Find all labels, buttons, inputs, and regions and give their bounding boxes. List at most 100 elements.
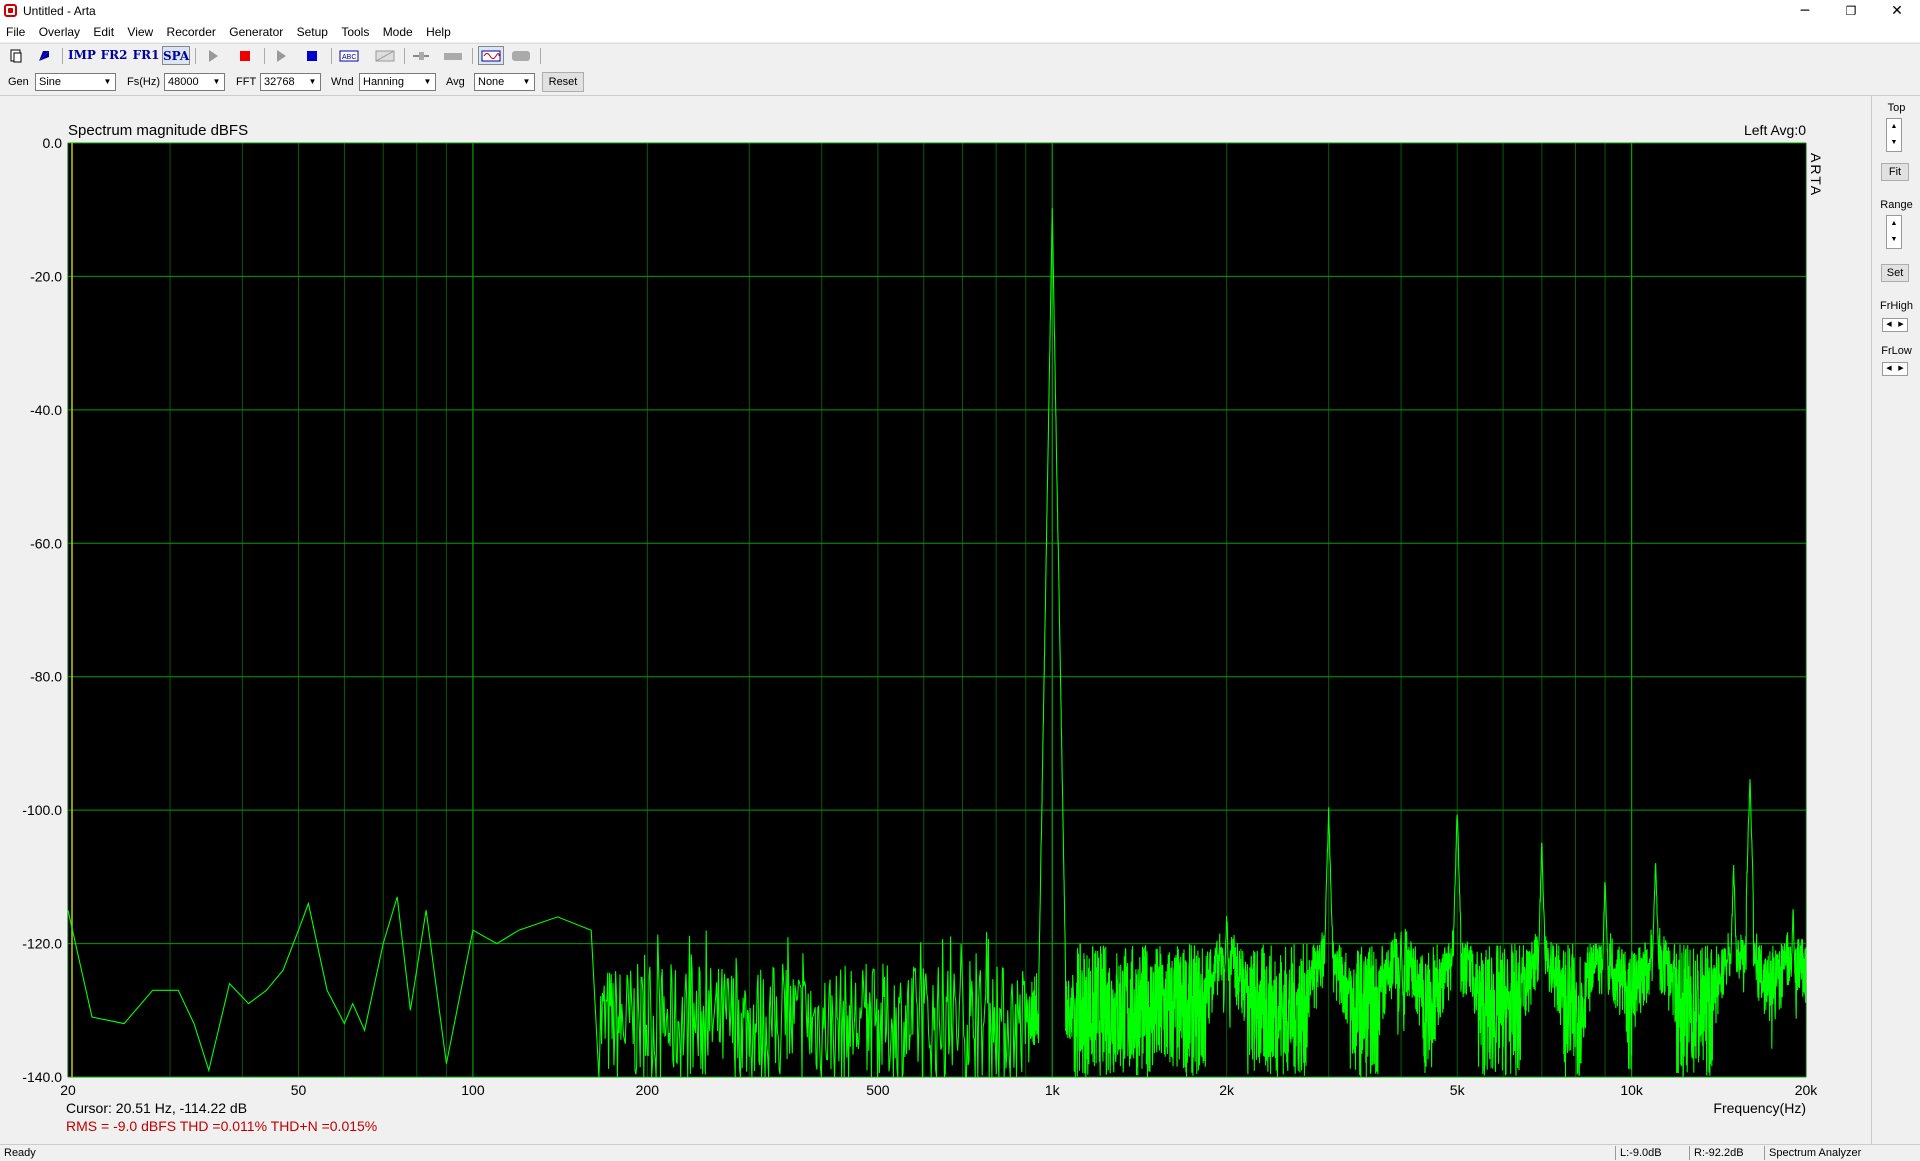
fr1-mode-button[interactable]: FR1 xyxy=(132,46,160,65)
gen-label: Gen xyxy=(8,76,29,88)
fr2-mode-button[interactable]: FR2 xyxy=(100,46,128,65)
record-bar-button[interactable] xyxy=(510,46,532,65)
x-tick-label: 5k xyxy=(1450,1082,1466,1098)
sample-rate-select[interactable]: 48000 ▼ xyxy=(164,73,225,91)
thd-readout: RMS = -9.0 dBFS THD =0.011% THD+N =0.015… xyxy=(66,1118,377,1134)
top-label: Top xyxy=(1887,102,1906,114)
set-button[interactable]: Set xyxy=(1881,264,1909,282)
fs-label: Fs(Hz) xyxy=(127,76,160,88)
menu-file[interactable]: File xyxy=(2,22,29,42)
chevron-down-icon: ▼ xyxy=(519,74,534,90)
abc-icon: ABC xyxy=(339,50,359,62)
chevron-down-icon: ▼ xyxy=(420,74,435,90)
minimize-button[interactable]: ─ xyxy=(1782,0,1828,22)
frlow-label: FrLow xyxy=(1881,345,1912,357)
grid-icon xyxy=(375,50,395,62)
close-button[interactable]: ✕ xyxy=(1874,0,1920,22)
cursor-readout: Cursor: 20.51 Hz, -114.22 dB xyxy=(66,1100,247,1116)
slider-icon xyxy=(413,52,429,60)
arta-app-icon xyxy=(4,4,17,17)
parameter-bar: Gen Sine ▼ Fs(Hz) 48000 ▼ FFT 32768 ▼ Wnd H… xyxy=(0,69,1920,96)
fit-button[interactable]: Fit xyxy=(1881,163,1909,181)
pointer-arrow-icon xyxy=(39,51,49,61)
x-axis-label: Frequency(Hz) xyxy=(1713,1100,1806,1116)
imp-mode-button[interactable]: IMP xyxy=(68,46,96,65)
new-file-button[interactable] xyxy=(5,46,27,65)
menu-overlay[interactable]: Overlay xyxy=(35,22,84,42)
spectrum-chart[interactable]: 0.0 -20.0 -40.0 -60.0 -80.0 -100.0 -120.0 -140.… xyxy=(0,96,1870,1144)
menu-view[interactable]: View xyxy=(123,22,157,42)
menu-bar: File Overlay Edit View Recorder Generato… xyxy=(0,22,1920,42)
left-level-readout: L:-9.0dB xyxy=(1615,1146,1684,1160)
chevron-down-icon: ▼ xyxy=(100,74,115,90)
window-select[interactable]: Hanning ▼ xyxy=(359,73,436,91)
right-level-readout: R:-92.2dB xyxy=(1689,1146,1764,1160)
abc-button[interactable]: ABC xyxy=(338,46,360,65)
y-tick-label: -120.0 xyxy=(22,936,62,952)
status-bar: Ready L:-9.0dB R:-92.2dB Spectrum Analyz… xyxy=(0,1144,1920,1161)
status-ready: Ready xyxy=(4,1147,36,1159)
chevron-down-icon: ▼ xyxy=(209,74,224,90)
wave-button[interactable] xyxy=(478,46,504,65)
y-tick-label: -20.0 xyxy=(30,268,62,284)
down-arrow-icon[interactable]: ▼ xyxy=(1887,135,1901,151)
generator-play-button[interactable] xyxy=(270,46,292,65)
up-arrow-icon[interactable]: ▲ xyxy=(1887,119,1901,135)
play-button[interactable] xyxy=(202,46,224,65)
menu-mode[interactable]: Mode xyxy=(379,22,417,42)
x-tick-label: 20 xyxy=(60,1082,76,1098)
chart-title: Spectrum magnitude dBFS xyxy=(68,122,248,139)
sine-wave-icon xyxy=(481,50,501,62)
averaging-select[interactable]: None ▼ xyxy=(474,73,535,91)
fft-size-select[interactable]: 32768 ▼ xyxy=(260,73,321,91)
rounded-bar-icon xyxy=(512,51,530,61)
restore-button[interactable]: ❐ xyxy=(1828,0,1874,22)
bar-icon xyxy=(444,53,462,60)
menu-edit[interactable]: Edit xyxy=(89,22,118,42)
grid-button[interactable] xyxy=(374,46,396,65)
stop-blue-icon xyxy=(307,51,317,61)
svg-text:ABC: ABC xyxy=(342,54,356,61)
down-arrow-icon[interactable]: ▼ xyxy=(1887,232,1901,248)
y-tick-label: 0.0 xyxy=(43,135,63,151)
open-button[interactable] xyxy=(33,46,55,65)
stop-record-button[interactable] xyxy=(234,46,256,65)
scale-sidebar: Top ▲ ▼ Fit Range ▲ ▼ Set FrHigh ◀ ▶ FrLow … xyxy=(1871,96,1920,1144)
toolbar: IMP FR2 FR1 SPA ABC xyxy=(0,43,1920,68)
right-arrow-icon[interactable]: ▶ xyxy=(1895,363,1907,375)
frlow-spinner[interactable]: ◀ ▶ xyxy=(1882,362,1908,376)
title-bar: Untitled - Arta ─ ❐ ✕ xyxy=(0,0,1920,22)
play-icon xyxy=(209,50,218,62)
top-spinner[interactable]: ▲ ▼ xyxy=(1886,118,1902,152)
range-label: Range xyxy=(1880,199,1913,211)
menu-tools[interactable]: Tools xyxy=(337,22,373,42)
y-tick-label: -100.0 xyxy=(22,802,62,818)
generator-stop-button[interactable] xyxy=(301,46,323,65)
frhigh-spinner[interactable]: ◀ ▶ xyxy=(1882,318,1908,332)
avg-label: Avg xyxy=(446,76,465,88)
arta-watermark: ARTA xyxy=(1808,153,1824,197)
menu-help[interactable]: Help xyxy=(422,22,455,42)
menu-generator[interactable]: Generator xyxy=(225,22,287,42)
stop-red-icon xyxy=(240,51,250,61)
x-tick-label: 10k xyxy=(1620,1082,1644,1098)
y-tick-label: -80.0 xyxy=(30,669,62,685)
slider-button[interactable] xyxy=(410,46,432,65)
menu-setup[interactable]: Setup xyxy=(293,22,332,42)
left-arrow-icon[interactable]: ◀ xyxy=(1883,363,1895,375)
reset-button[interactable]: Reset xyxy=(542,72,584,92)
y-tick-label: -140.0 xyxy=(22,1069,62,1085)
spa-mode-button[interactable]: SPA xyxy=(162,46,190,65)
bar-button[interactable] xyxy=(442,46,464,65)
right-arrow-icon[interactable]: ▶ xyxy=(1895,319,1907,331)
frhigh-label: FrHigh xyxy=(1879,300,1913,312)
range-spinner[interactable]: ▲ ▼ xyxy=(1886,215,1902,249)
menu-recorder[interactable]: Recorder xyxy=(163,22,220,42)
fft-label: FFT xyxy=(236,76,257,88)
generator-select[interactable]: Sine ▼ xyxy=(35,73,116,91)
x-tick-label: 1k xyxy=(1045,1082,1061,1098)
up-arrow-icon[interactable]: ▲ xyxy=(1887,216,1901,232)
spectrum-plot-area[interactable]: 0.0 -20.0 -40.0 -60.0 -80.0 -100.0 -120.0 -140.… xyxy=(0,96,1870,1144)
left-arrow-icon[interactable]: ◀ xyxy=(1883,319,1895,331)
chevron-down-icon: ▼ xyxy=(305,74,320,90)
